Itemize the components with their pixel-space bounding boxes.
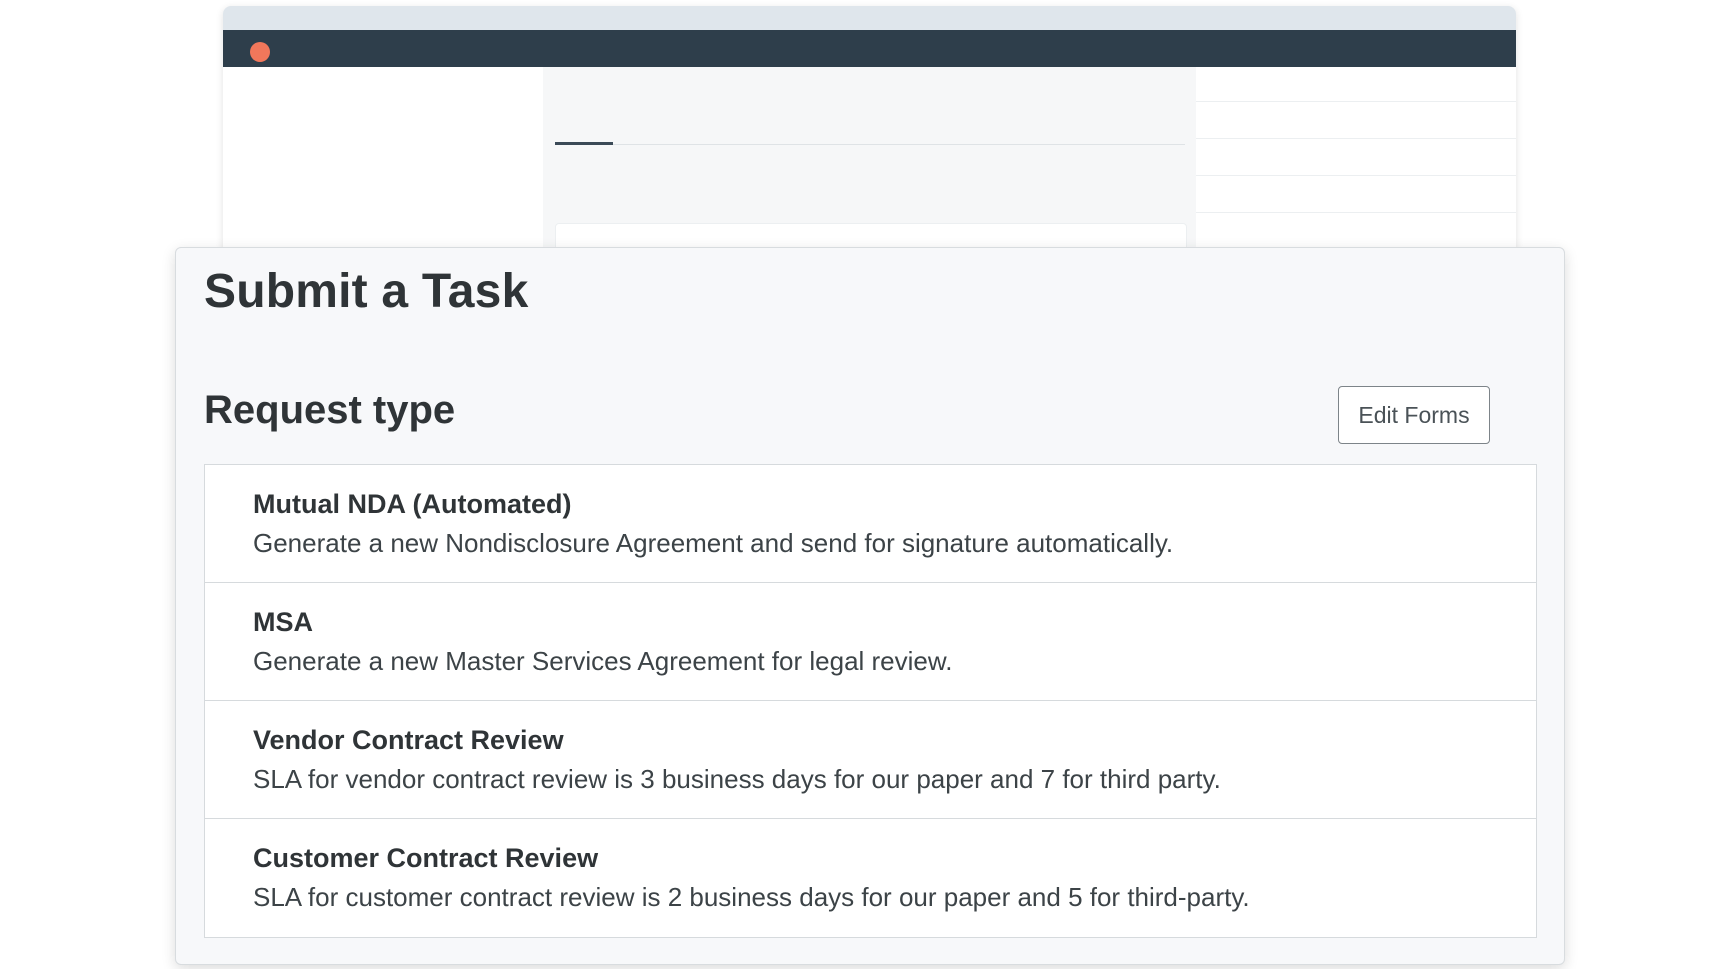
request-type-name: Mutual NDA (Automated): [253, 489, 572, 519]
request-type-name: Vendor Contract Review: [253, 725, 564, 755]
stage: Submit a Task Request type Edit Forms Mu…: [0, 0, 1723, 969]
background-active-tab-indicator: [555, 142, 613, 145]
background-top-strip: [223, 6, 1516, 30]
request-type-option-mutual-nda[interactable]: Mutual NDA (Automated) Generate a new No…: [205, 465, 1536, 583]
background-row-divider: [1196, 138, 1516, 139]
request-type-heading: Request type: [204, 388, 456, 432]
request-type-option-vendor-contract-review[interactable]: Vendor Contract Review SLA for vendor co…: [205, 701, 1536, 819]
background-titlebar: [223, 30, 1516, 67]
request-type-list: Mutual NDA (Automated) Generate a new No…: [204, 464, 1537, 938]
background-row-divider: [1196, 212, 1516, 213]
submit-task-modal: Submit a Task Request type Edit Forms Mu…: [175, 247, 1565, 965]
window-close-dot-icon[interactable]: [250, 42, 270, 62]
request-type-description: Generate a new Master Services Agreement…: [253, 646, 953, 676]
edit-forms-button[interactable]: Edit Forms: [1338, 386, 1490, 444]
modal-title: Submit a Task: [204, 265, 529, 318]
request-type-option-msa[interactable]: MSA Generate a new Master Services Agree…: [205, 583, 1536, 701]
background-row-divider: [1196, 101, 1516, 102]
request-type-description: Generate a new Nondisclosure Agreement a…: [253, 528, 1174, 558]
request-type-description: SLA for vendor contract review is 3 busi…: [253, 764, 1221, 794]
request-type-name: Customer Contract Review: [253, 843, 599, 873]
background-tab-divider: [555, 144, 1185, 145]
request-type-option-customer-contract-review[interactable]: Customer Contract Review SLA for custome…: [205, 819, 1536, 937]
request-type-description: SLA for customer contract review is 2 bu…: [253, 882, 1250, 912]
request-type-name: MSA: [253, 607, 313, 637]
background-row-divider: [1196, 175, 1516, 176]
